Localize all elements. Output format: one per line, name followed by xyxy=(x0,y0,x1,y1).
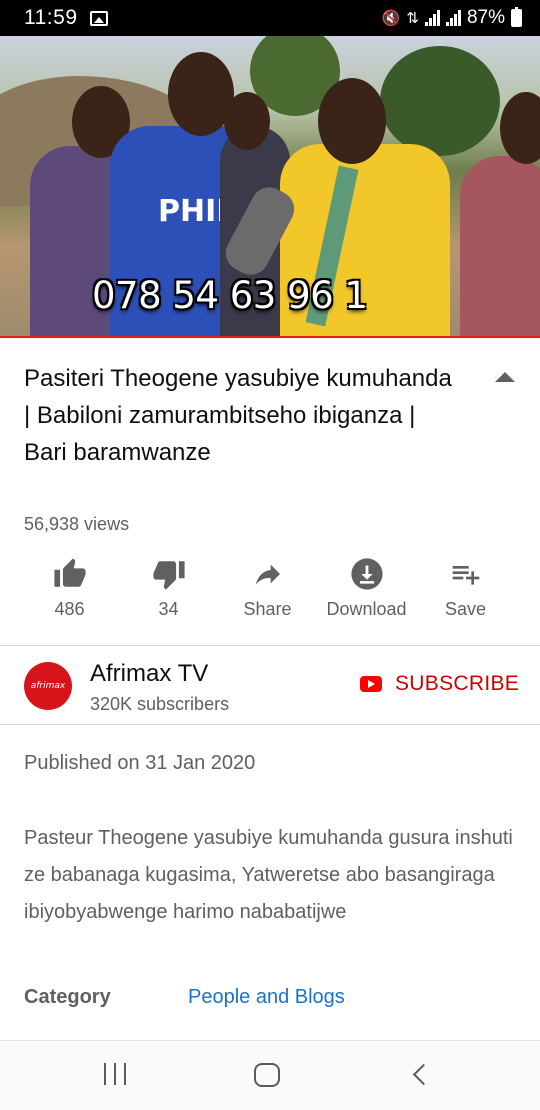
youtube-play-icon xyxy=(360,676,382,692)
playlist-add-icon xyxy=(448,555,484,593)
data-transfer-icon: ⇅ xyxy=(406,10,419,27)
video-title: Pasiteri Theogene yasubiye kumuhanda | B… xyxy=(24,365,452,466)
collapse-description-chevron-up-icon[interactable] xyxy=(490,366,520,390)
like-count: 486 xyxy=(54,599,85,619)
download-icon xyxy=(350,555,384,593)
video-head xyxy=(224,92,270,150)
divider xyxy=(0,645,540,646)
download-label: Download xyxy=(326,599,407,619)
home-icon[interactable] xyxy=(254,1063,280,1087)
save-button[interactable]: Save xyxy=(416,555,515,635)
subscribe-button[interactable]: SUBSCRIBE xyxy=(360,672,519,696)
category-label: Category xyxy=(24,986,111,1008)
status-bar: 11:59 🔇 ⇅ 87% xyxy=(0,0,540,36)
subscribe-label: SUBSCRIBE xyxy=(395,672,520,695)
video-person-right xyxy=(460,156,540,338)
dislike-button[interactable]: 34 xyxy=(119,555,218,635)
video-title-area: Pasiteri Theogene yasubiye kumuhanda | B… xyxy=(24,360,464,471)
thumbs-down-icon xyxy=(151,555,187,593)
video-tree xyxy=(380,46,500,156)
divider xyxy=(0,724,540,725)
video-progress-bar[interactable] xyxy=(0,336,540,338)
subscriber-count: 320K subscribers xyxy=(90,694,230,714)
system-navigation-bar xyxy=(0,1040,540,1110)
video-player[interactable]: PHIL 078 54 63 96 1 xyxy=(0,36,540,338)
video-description: Pasteur Theogene yasubiye kumuhanda gusu… xyxy=(24,827,513,923)
signal-strength-icon xyxy=(424,10,440,26)
share-label: Share xyxy=(243,599,292,619)
channel-name[interactable]: Afrimax TV xyxy=(90,660,208,688)
channel-avatar[interactable]: afrimax xyxy=(24,662,72,710)
like-button[interactable]: 486 xyxy=(20,555,119,635)
recent-apps-icon[interactable] xyxy=(104,1063,126,1089)
status-indicators: 🔇 ⇅ 87% xyxy=(382,7,522,29)
share-button[interactable]: Share xyxy=(218,555,317,635)
video-overlay-text: 078 54 63 96 1 xyxy=(92,274,368,317)
signal-strength-icon-2 xyxy=(445,10,461,26)
gallery-notification-icon xyxy=(89,10,108,26)
share-arrow-icon xyxy=(250,555,286,593)
save-label: Save xyxy=(444,599,487,619)
back-icon[interactable] xyxy=(410,1063,440,1089)
battery-icon xyxy=(511,7,522,27)
thumbs-up-icon xyxy=(52,555,88,593)
view-count: 56,938 views xyxy=(24,514,130,534)
mute-icon: 🔇 xyxy=(381,10,401,27)
battery-percent: 87% xyxy=(466,7,505,28)
channel-avatar-logo: afrimax xyxy=(30,681,66,691)
video-head xyxy=(500,92,540,164)
video-head xyxy=(318,78,386,164)
download-button[interactable]: Download xyxy=(317,555,416,635)
video-actions: 486 34 Share Download Save xyxy=(20,555,520,635)
published-date: Published on 31 Jan 2020 xyxy=(24,752,256,774)
category-link[interactable]: People and Blogs xyxy=(188,986,345,1009)
status-time: 11:59 xyxy=(24,6,78,29)
dislike-count: 34 xyxy=(158,599,179,619)
